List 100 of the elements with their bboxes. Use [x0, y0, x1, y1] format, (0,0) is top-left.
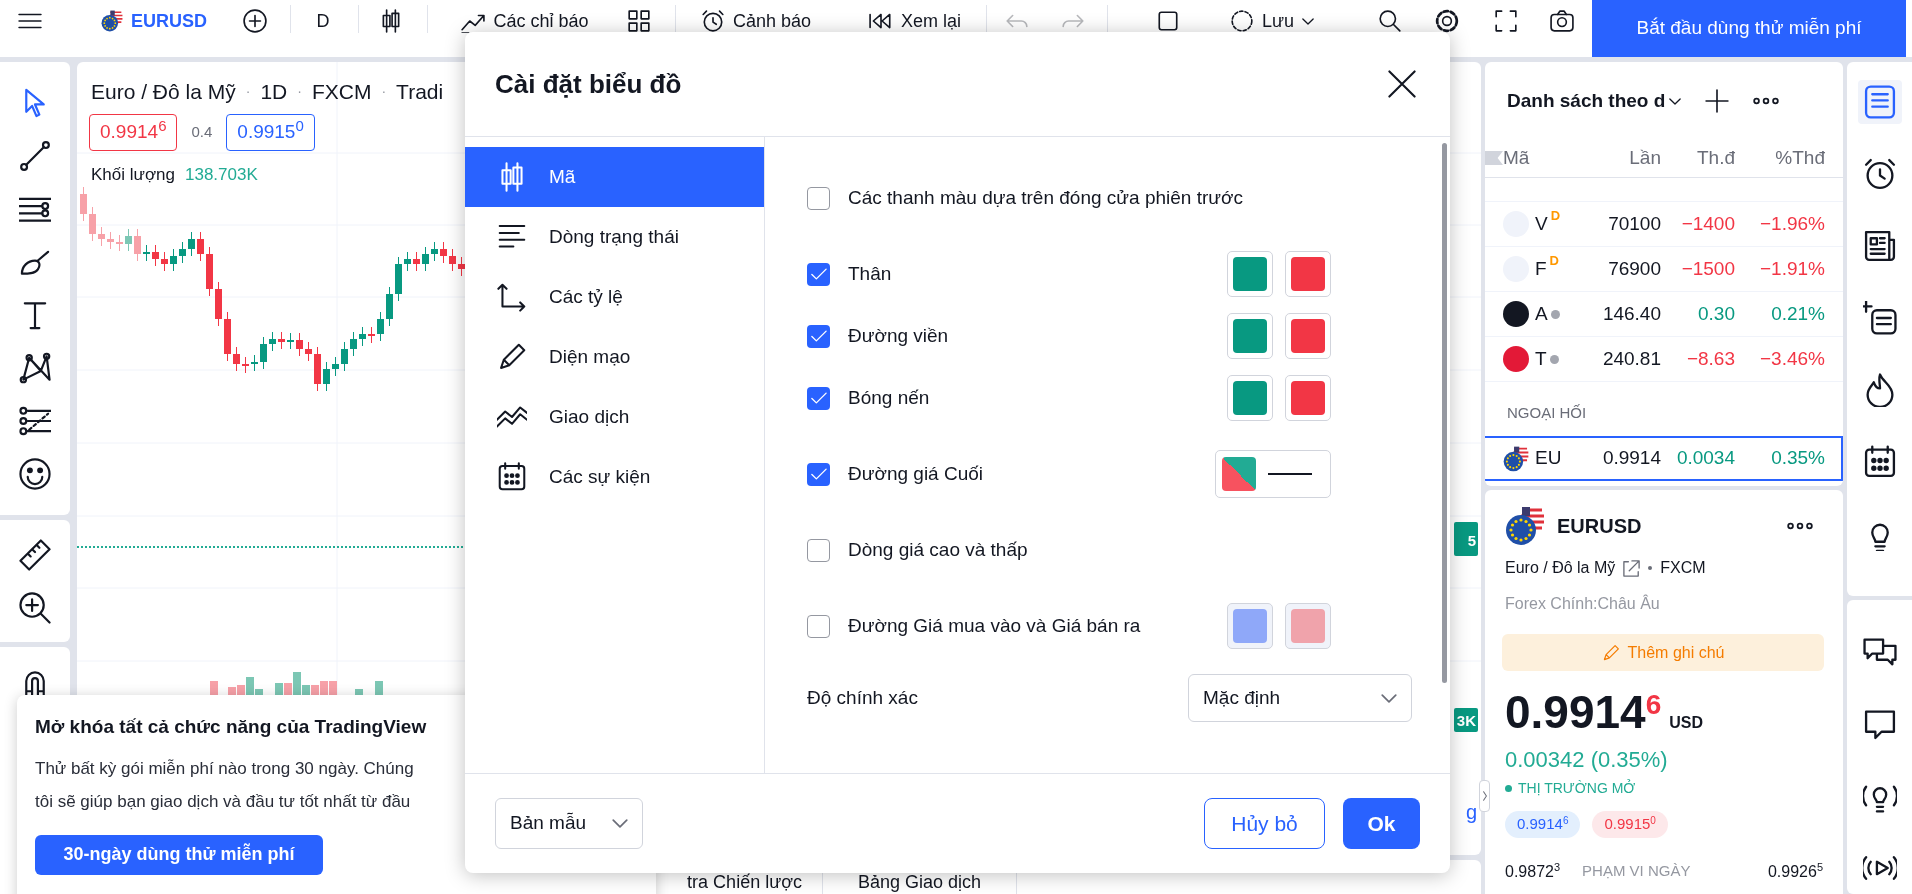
settings-tab[interactable]: Diện mạo — [465, 327, 764, 387]
color-swatch[interactable] — [1227, 375, 1273, 421]
separator-dot: · — [245, 82, 251, 102]
checkbox[interactable] — [807, 186, 830, 210]
fullscreen-icon — [1494, 9, 1518, 33]
ask-chip: 0.9915$^{0}$ — [1592, 811, 1668, 838]
candle — [215, 281, 222, 327]
candle — [422, 246, 429, 272]
checkbox[interactable] — [807, 324, 830, 348]
settings-tab[interactable]: Dòng trạng thái — [465, 207, 764, 267]
settings-tab[interactable]: Giao dịch — [465, 387, 764, 447]
replay-button[interactable]: Xem lại — [856, 5, 974, 37]
checkbox[interactable] — [807, 538, 830, 562]
settings-tab[interactable]: Mã — [465, 147, 764, 207]
candle — [332, 356, 339, 377]
pencil-icon — [1601, 643, 1620, 662]
chevron-down-icon — [1669, 97, 1682, 105]
settings-tab[interactable]: Các tỷ lệ — [465, 267, 764, 327]
color-swatch[interactable] — [1227, 313, 1273, 359]
watchlist-title[interactable]: Danh sách theo d — [1507, 86, 1682, 116]
color-swatch[interactable] — [1285, 251, 1331, 297]
more-button[interactable] — [1753, 97, 1780, 105]
symbol-button[interactable]: EURUSD — [92, 5, 216, 37]
chevron-icon — [1480, 789, 1489, 803]
alert-button[interactable]: Cảnh báo — [696, 5, 816, 37]
separator-dot: · — [297, 82, 302, 102]
color-swatch[interactable] — [1285, 375, 1331, 421]
checkbox[interactable] — [807, 614, 830, 638]
bullet-icon — [1648, 566, 1653, 570]
more-button[interactable] — [1787, 522, 1813, 530]
candle — [431, 241, 438, 262]
trial-cta-button[interactable]: 30-ngày dùng thử miễn phí — [35, 834, 323, 875]
ok-button[interactable]: Ok — [1343, 798, 1420, 849]
market-status: THỊ TRƯỜNG MỞ — [1518, 778, 1636, 798]
collapse-button[interactable] — [1479, 780, 1490, 812]
save-button[interactable]: Lưu — [1220, 5, 1324, 37]
candle — [449, 248, 456, 272]
settings-icon — [1435, 9, 1459, 33]
checkbox[interactable] — [807, 386, 830, 410]
watchlist-button[interactable] — [1857, 80, 1902, 124]
color-swatch[interactable] — [1285, 313, 1331, 359]
last-price-big: 0.9914$^{6}$ — [1505, 689, 1662, 735]
watchlist-row[interactable]: A 146.40 0.30 0.21% — [1485, 292, 1843, 337]
promo-title: Mở khóa tất cả chức năng của TradingView — [35, 715, 427, 739]
candle — [287, 332, 294, 350]
color-swatch[interactable] — [1227, 603, 1273, 649]
line-style-swatch[interactable] — [1215, 450, 1331, 498]
legend-label: FXCM — [311, 79, 372, 105]
layout-grid-icon — [627, 9, 651, 33]
change-value: −1500 — [1680, 256, 1735, 281]
legend-label: 1D — [260, 79, 288, 105]
candle — [89, 206, 96, 242]
candle — [224, 311, 231, 362]
template-select[interactable]: Bản mẫu — [495, 798, 643, 849]
color-swatch[interactable] — [1227, 251, 1273, 297]
alarm-clock-icon — [1862, 157, 1897, 191]
volume-bar — [375, 681, 383, 695]
last-price: 70100 — [1607, 211, 1661, 236]
option-label: Thân — [848, 261, 892, 286]
change-value: −1400 — [1680, 211, 1735, 236]
add-icon — [243, 9, 267, 33]
scrollbar[interactable] — [1442, 143, 1447, 683]
column-header[interactable]: Th.đ — [1661, 144, 1735, 173]
calendar-icon — [1862, 445, 1897, 479]
symbol-text: A — [1535, 301, 1548, 326]
candle — [116, 234, 123, 252]
interval-button[interactable]: D — [307, 5, 339, 37]
candle — [233, 346, 240, 372]
symbol-text: T — [1535, 346, 1547, 371]
candle — [314, 346, 321, 392]
legend-label: Tradi — [396, 79, 444, 105]
smiley-icon — [19, 458, 51, 490]
trial-button[interactable]: Bắt đầu dùng thử miễn phí — [1592, 0, 1906, 57]
range-high: 0.9926$^{5}$ — [1767, 860, 1823, 882]
description-text: Euro / Đô la Mỹ — [1505, 558, 1616, 578]
close-button[interactable] — [1388, 70, 1416, 98]
indicators-button[interactable]: Các chỉ báo — [449, 5, 601, 37]
color-swatch[interactable] — [1285, 603, 1331, 649]
sell-price[interactable]: 0.9914$^{6}$ — [89, 114, 178, 151]
buy-price[interactable]: 0.9915$^{0}$ — [226, 114, 315, 151]
settings-tab[interactable]: Các sự kiện — [465, 447, 764, 507]
zoom-in-icon — [19, 592, 51, 624]
checkbox[interactable] — [807, 462, 830, 486]
watchlist-row[interactable]: T 240.81 −8.63 −3.46% — [1485, 337, 1843, 382]
column-header[interactable]: %Thđ — [1735, 144, 1825, 173]
column-header[interactable]: Lần — [1579, 144, 1661, 173]
search-icon — [1378, 9, 1402, 33]
add-button[interactable] — [1705, 89, 1730, 113]
checkbox[interactable] — [807, 262, 830, 286]
column-header[interactable]: Mã — [1503, 144, 1579, 173]
volume-bar — [355, 689, 363, 695]
separator-dot: · — [381, 82, 387, 102]
cancel-button[interactable]: Hủy bỏ — [1204, 798, 1325, 849]
axes-icon — [497, 282, 527, 312]
precision-select[interactable]: Mặc định — [1188, 674, 1412, 722]
chevron-down-icon — [612, 819, 628, 828]
panel-link[interactable]: g — [1465, 797, 1477, 827]
candle — [386, 286, 393, 327]
price-change: 0.00342 (0.35%) — [1505, 746, 1669, 774]
watchlist-row[interactable]: EU 0.9914 0.0034 0.35% — [1485, 436, 1843, 481]
